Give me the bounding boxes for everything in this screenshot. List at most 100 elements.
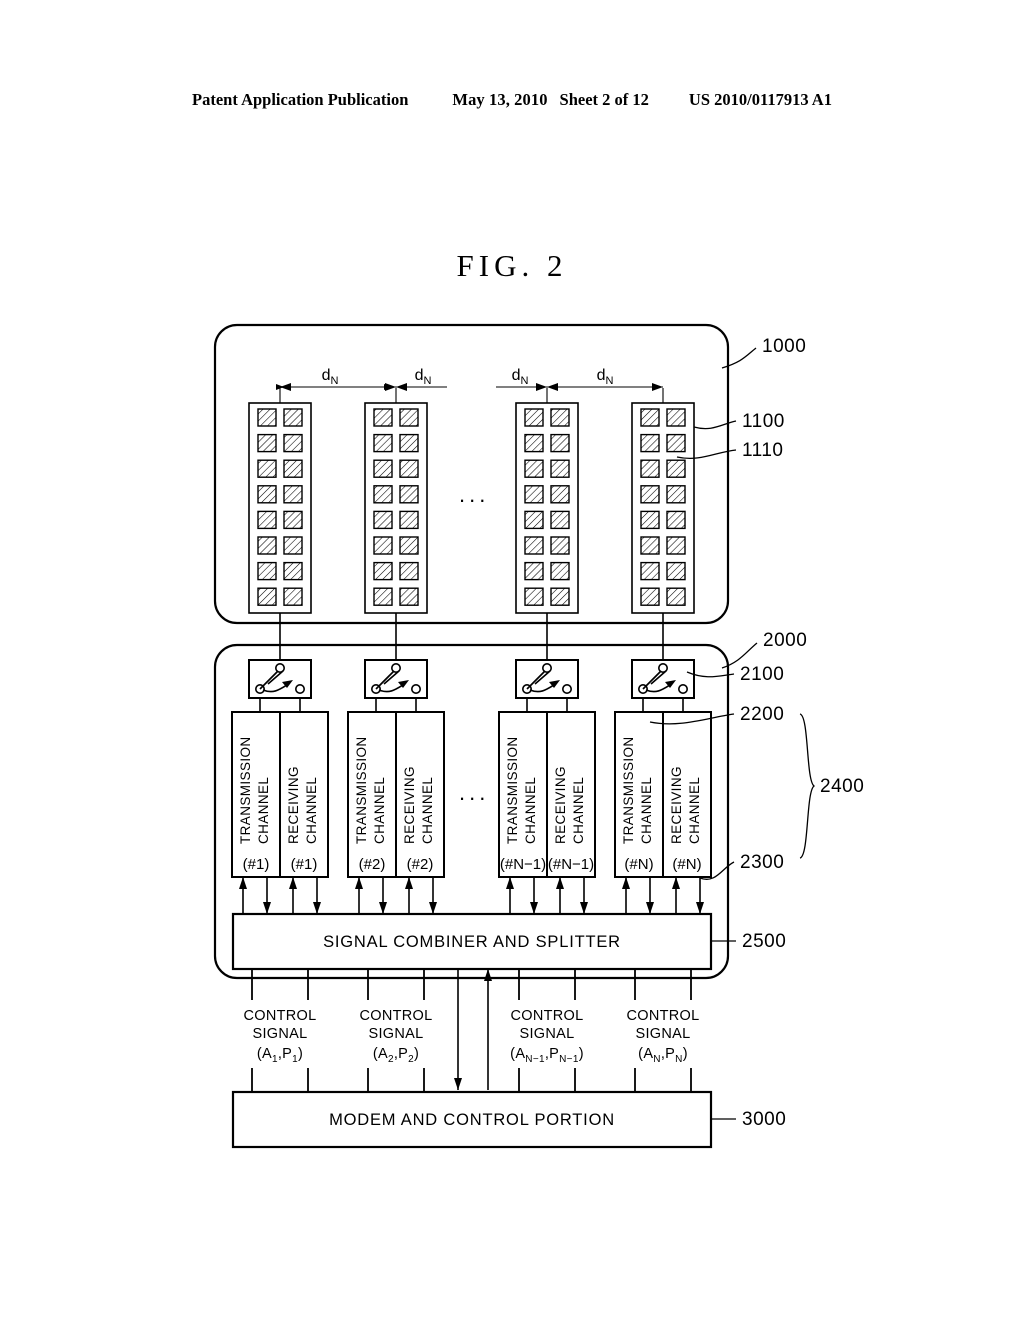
antenna-element — [399, 536, 419, 555]
antenna-element — [550, 561, 570, 581]
control-signal-line1: CONTROL — [360, 1008, 433, 1024]
receiving-channel-label-line1: RECEIVING — [286, 766, 301, 844]
antenna-element-grid — [257, 408, 686, 606]
antenna-element — [257, 485, 277, 504]
receiving-channel-label-line2: CHANNEL — [687, 777, 702, 844]
control-signal-params: (A1,P1) — [257, 1046, 303, 1065]
antenna-element — [283, 587, 303, 606]
antenna-element — [399, 433, 419, 453]
control-signal-lines — [251, 969, 692, 1092]
antenna-element — [373, 485, 393, 504]
receiving-channel-label-line2: CHANNEL — [420, 777, 435, 844]
antenna-element — [666, 510, 686, 530]
control-signal-labels: CONTROL SIGNAL (A1,P1) CONTROL SIGNAL (A2,P2)… — [244, 1008, 700, 1065]
transmission-arrowhead — [672, 877, 680, 889]
signal-combiner-splitter-label: SIGNAL COMBINER AND SPLITTER — [323, 933, 621, 951]
antenna-feed-lines — [279, 613, 664, 660]
antenna-element — [524, 536, 544, 555]
antenna-element — [373, 587, 393, 606]
antenna-element — [524, 587, 544, 606]
transmission-channel-label-line1: TRANSMISSION — [354, 736, 369, 844]
antenna-element — [373, 561, 393, 581]
antenna-element — [257, 433, 277, 453]
antenna-element — [283, 536, 303, 555]
transmission-arrowhead — [622, 877, 630, 889]
antenna-element — [640, 561, 660, 581]
receiving-channel-index: (#2) — [407, 856, 434, 873]
control-signal-label: CONTROL SIGNAL (A1,P1) — [244, 1008, 317, 1065]
modem-combiner-datapath — [454, 969, 492, 1090]
antenna-element — [399, 408, 419, 427]
antenna-element — [524, 510, 544, 530]
antenna-element — [550, 536, 570, 555]
antenna-element — [550, 587, 570, 606]
control-signal-line2: SIGNAL — [253, 1026, 308, 1042]
antenna-element — [283, 459, 303, 478]
antenna-element — [373, 459, 393, 478]
ref-2400: 2400 — [820, 776, 864, 797]
ref-2500: 2500 — [742, 931, 786, 952]
antenna-element — [550, 408, 570, 427]
switch-rx-terminal — [294, 683, 305, 694]
switch-rx-terminal — [561, 683, 572, 694]
antenna-element — [666, 433, 686, 453]
antenna-ellipsis: ... — [459, 482, 489, 507]
reference-leader-2000: 2000 — [721, 630, 807, 669]
ref-3000: 3000 — [742, 1109, 786, 1130]
antenna-element — [399, 459, 419, 478]
ref-1110: 1110 — [742, 440, 783, 461]
dn-label: d — [322, 367, 331, 384]
antenna-element — [640, 510, 660, 530]
antenna-element — [373, 433, 393, 453]
antenna-element — [524, 408, 544, 427]
antenna-element — [283, 433, 303, 453]
antenna-element — [257, 587, 277, 606]
receiving-channel-index: (#N−1) — [548, 856, 594, 873]
antenna-element — [550, 433, 570, 453]
svg-text:dN: dN — [597, 367, 614, 387]
receiving-arrowhead — [646, 902, 654, 914]
receiving-arrowhead — [263, 902, 271, 914]
svg-text:dN: dN — [322, 367, 339, 387]
antenna-element — [666, 561, 686, 581]
control-signal-label: CONTROL SIGNAL (A2,P2) — [360, 1008, 433, 1065]
transmission-channel-label-line1: TRANSMISSION — [238, 736, 253, 844]
transmission-channel-index: (#N) — [624, 856, 653, 873]
channel-combiner-arrows — [239, 877, 704, 914]
svg-text:dN: dN — [415, 367, 432, 387]
antenna-element — [666, 587, 686, 606]
ref-2300: 2300 — [740, 852, 784, 873]
receiving-channel-label-line2: CHANNEL — [304, 777, 319, 844]
reference-brace-2400: 2400 — [799, 713, 864, 859]
antenna-element — [373, 536, 393, 555]
antenna-element — [640, 536, 660, 555]
receiving-channel-label-line2: CHANNEL — [571, 777, 586, 844]
antenna-element — [666, 536, 686, 555]
channel-ellipsis: ... — [459, 780, 489, 805]
receiving-arrowhead — [379, 902, 387, 914]
antenna-element — [666, 459, 686, 478]
antenna-element — [524, 433, 544, 453]
control-signal-line2: SIGNAL — [520, 1026, 575, 1042]
antenna-element — [373, 408, 393, 427]
antenna-element — [399, 587, 419, 606]
transmission-channel-index: (#2) — [359, 856, 386, 873]
reference-leader-2500: 2500 — [711, 931, 786, 952]
antenna-element — [257, 536, 277, 555]
receiving-arrowhead — [313, 902, 321, 914]
reference-leader-2300: 2300 — [699, 852, 784, 880]
reference-leader-1100: 1100 — [693, 411, 784, 432]
control-signal-line1: CONTROL — [244, 1008, 317, 1024]
antenna-element — [283, 408, 303, 427]
reference-leader-2100: 2100 — [686, 664, 784, 685]
antenna-element — [257, 408, 277, 427]
receiving-arrowhead — [530, 902, 538, 914]
antenna-switch-group — [248, 659, 695, 712]
transmission-arrowhead — [405, 877, 413, 889]
receiving-channel-label-line1: RECEIVING — [553, 766, 568, 844]
antenna-element — [257, 459, 277, 478]
antenna-element — [257, 561, 277, 581]
transmission-arrowhead — [289, 877, 297, 889]
antenna-element — [399, 510, 419, 530]
receiving-arrowhead — [696, 902, 704, 914]
